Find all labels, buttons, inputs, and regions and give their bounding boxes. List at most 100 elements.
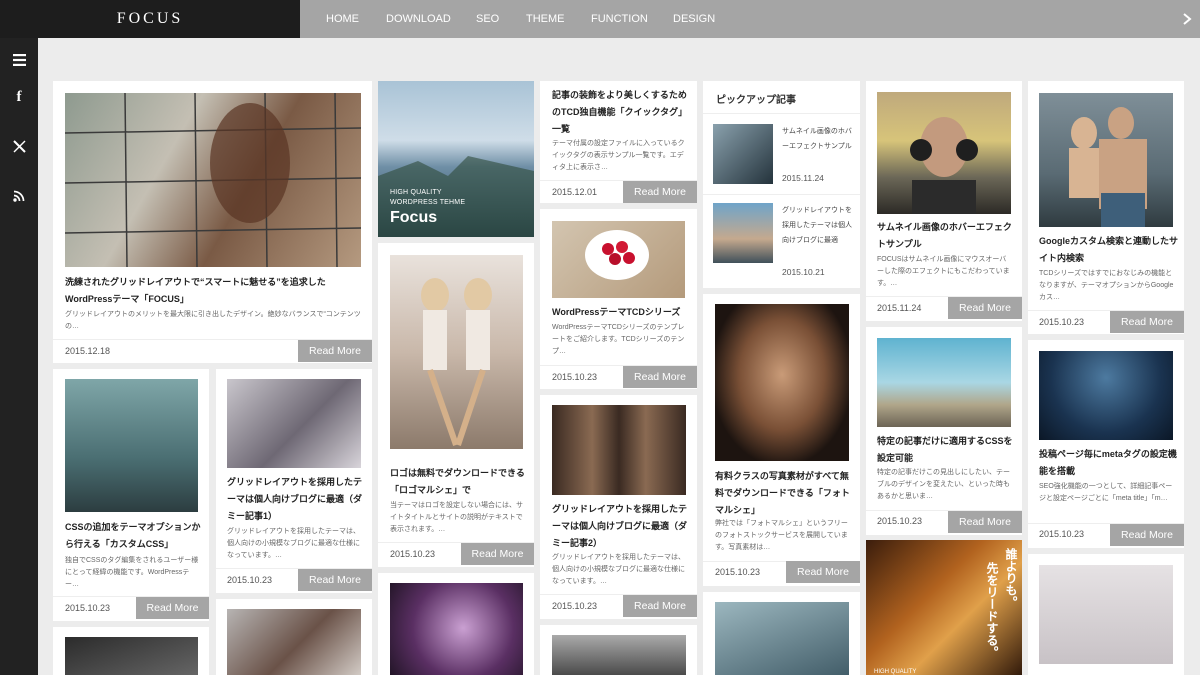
banner-text-1: 誰よりも。 [1004,548,1018,608]
post-title[interactable]: CSSの追加をテーマオプションから行える「カスタムCSS」 [65,519,203,553]
post-card-tcd-series[interactable]: WordPressテーマTCDシリーズ WordPressテーマTCDシリーズの… [540,209,697,389]
nav-download[interactable]: DOWNLOAD [386,0,451,38]
post-card-partial[interactable] [1028,554,1184,675]
x-icon[interactable] [7,134,31,158]
post-card-meta-tag[interactable]: 投稿ページ毎にmetaタグの設定機能を搭載 SEO強化機能の一つとして、詳細記事… [1028,340,1184,548]
read-more-button[interactable]: Read More [786,561,860,583]
logo-area[interactable]: FOCUS [0,0,300,38]
post-thumbnail[interactable] [227,379,361,468]
post-thumbnail[interactable] [65,379,198,512]
main-nav: HOME DOWNLOAD SEO THEME FUNCTION DESIGN [300,0,1200,38]
post-date: 2015.10.23 [552,601,598,611]
post-card-partial[interactable] [216,599,372,675]
post-thumbnail[interactable] [877,338,1011,427]
post-thumbnail[interactable] [65,93,361,267]
post-title[interactable]: ロゴは無料でダウンロードできる「ロゴマルシェ」で [390,465,530,499]
read-more-button[interactable]: Read More [623,366,697,388]
post-thumbnail[interactable] [1039,93,1173,227]
pickup-title-2[interactable]: グリッドレイアウトを採用したテーマは個人向けブログに最適 [782,203,854,248]
post-thumbnail[interactable] [65,637,198,675]
post-date: 2015.10.23 [227,575,273,585]
read-more-button[interactable]: Read More [1110,524,1184,546]
post-card-photo-marche[interactable]: 有料クラスの写真素材がすべて無料でダウンロードできる「フォトマルシェ」 弊社では… [703,294,860,586]
post-date: 2015.10.23 [715,567,761,577]
pickup-date-2: 2015.10.21 [782,267,825,277]
post-card-partial[interactable] [703,592,860,675]
read-more-button[interactable]: Read More [1110,311,1184,333]
facebook-icon[interactable]: f [7,85,31,109]
post-date: 2015.11.24 [877,303,922,313]
post-date: 2015.12.18 [65,346,111,356]
post-title[interactable]: サムネイル画像のホバーエフェクトサンプル [877,219,1017,253]
read-more-button[interactable]: Read More [298,340,372,362]
post-card-custom-css[interactable]: CSSの追加をテーマオプションから行える「カスタムCSS」 独自でCSSのタグ編… [53,369,209,621]
rss-icon[interactable] [7,184,31,208]
post-card-partial[interactable] [53,627,209,675]
read-more-button[interactable]: Read More [298,569,372,591]
site-logo[interactable]: FOCUS [117,10,184,28]
chevron-right-icon[interactable] [1180,9,1194,29]
read-more-button[interactable]: Read More [948,511,1022,533]
post-excerpt: FOCUSはサムネイル画像にマウスオーバーした際のエフェクトにもこだわっています… [877,256,1010,287]
post-excerpt: 弊社では「フォトマルシェ」というフリーのフォトストックサービスを展開しています。… [715,520,848,551]
post-thumbnail[interactable] [552,635,686,675]
post-date: 2015.10.23 [552,372,598,382]
post-title[interactable]: 特定の記事だけに適用するCSSを設定可能 [877,433,1017,467]
post-excerpt: グリッドレイアウトを採用したテーマは、個人向けの小規模なブログに最適な仕様になっ… [227,528,360,559]
post-excerpt: WordPressテーマTCDシリーズのテンプレートをご紹介します。TCDシリー… [552,324,685,355]
post-card-featured[interactable]: 洗練されたグリッドレイアウトで“スマートに魅せる”を追求したWordPressテ… [53,81,372,363]
post-thumbnail[interactable] [227,609,361,675]
menu-icon[interactable] [7,48,31,72]
divider [703,113,860,114]
post-title[interactable]: グリッドレイアウトを採用したテーマは個人向けブログに最適（ダミー記事2） [552,501,692,552]
post-excerpt: グリッドレイアウトのメリットを最大限に引き出したデザイン。絶妙なバランスで“コン… [65,311,361,330]
post-title[interactable]: WordPressテーマTCDシリーズ [552,304,692,321]
read-more-button[interactable]: Read More [136,597,209,619]
post-card-hover-effect[interactable]: サムネイル画像のホバーエフェクトサンプル FOCUSはサムネイル画像にマウスオー… [866,81,1022,321]
post-thumbnail[interactable] [715,304,849,461]
post-thumbnail[interactable] [877,92,1011,214]
post-thumbnail[interactable] [715,602,849,675]
nav-theme[interactable]: THEME [526,0,565,38]
post-title[interactable]: グリッドレイアウトを採用したテーマは個人向けブログに最適（ダミー記事1） [227,474,367,525]
post-thumbnail[interactable] [390,255,523,449]
post-thumbnail[interactable] [1039,351,1173,440]
post-thumbnail[interactable] [552,405,686,495]
post-thumbnail[interactable] [552,221,685,298]
post-card-logo-marche[interactable]: ロゴは無料でダウンロードできる「ロゴマルシェ」で 当テーマはロゴを設定しない場合… [378,243,534,567]
pickup-date-1: 2015.11.24 [782,173,824,183]
post-title[interactable]: 洗練されたグリッドレイアウトで“スマートに魅せる”を追求したWordPressテ… [65,274,361,308]
nav-home[interactable]: HOME [326,0,359,38]
post-card-google-search[interactable]: Googleカスタム検索と連動したサイト内検索 TCDシリーズではすでにおなじみ… [1028,81,1184,334]
banner-subtitle-1: HIGH QUALITY [390,189,442,196]
post-title[interactable]: 記事の装飾をより美しくするためのTCD独自機能「クイックタグ」一覧 [552,87,692,138]
post-title[interactable]: 有料クラスの写真素材がすべて無料でダウンロードできる「フォトマルシェ」 [715,468,855,519]
post-date: 2015.10.23 [65,603,111,613]
post-card-partial[interactable] [540,625,697,675]
post-card-partial[interactable] [378,573,534,675]
pickup-thumbnail-1[interactable] [713,124,773,184]
pickup-title-1[interactable]: サムネイル画像のホバーエフェクトサンプル [782,124,854,154]
post-card-quicktag[interactable]: 記事の装飾をより美しくするためのTCD独自機能「クイックタグ」一覧 テーマ付属の… [540,81,697,203]
post-excerpt: 独自でCSSのタグ編集をされるユーザー様にとって経緯の機能です。WordPres… [65,557,199,588]
ad-banner-card[interactable]: 誰よりも。 先をリードする。 HIGH QUALITY [866,540,1022,675]
nav-seo[interactable]: SEO [476,0,499,38]
banner-text-2: 先をリードする。 [985,562,999,658]
nav-design[interactable]: DESIGN [673,0,715,38]
post-card-dummy-1[interactable]: グリッドレイアウトを採用したテーマは個人向けブログに最適（ダミー記事1） グリッ… [216,369,372,593]
post-title[interactable]: 投稿ページ毎にmetaタグの設定機能を搭載 [1039,446,1179,480]
post-date: 2015.10.23 [1039,317,1085,327]
read-more-button[interactable]: Read More [461,543,534,565]
post-thumbnail[interactable] [1039,565,1173,664]
post-title[interactable]: Googleカスタム検索と連動したサイト内検索 [1039,233,1179,267]
read-more-button[interactable]: Read More [623,595,697,617]
read-more-button[interactable]: Read More [623,181,697,203]
post-card-dummy-2[interactable]: グリッドレイアウトを採用したテーマは個人向けブログに最適（ダミー記事2） グリッ… [540,395,697,619]
read-more-button[interactable]: Read More [948,297,1022,319]
pickup-thumbnail-2[interactable] [713,203,773,263]
nav-function[interactable]: FUNCTION [591,0,648,38]
pickup-widget: ピックアップ記事 サムネイル画像のホバーエフェクトサンプル 2015.11.24… [703,81,860,288]
banner-card[interactable]: HIGH QUALITY WORDPRESS TEHME Focus [378,81,534,237]
post-thumbnail[interactable] [390,583,523,675]
post-card-custom-css-per-post[interactable]: 特定の記事だけに適用するCSSを設定可能 特定の記事だけこの見出しにしたい、テー… [866,327,1022,535]
